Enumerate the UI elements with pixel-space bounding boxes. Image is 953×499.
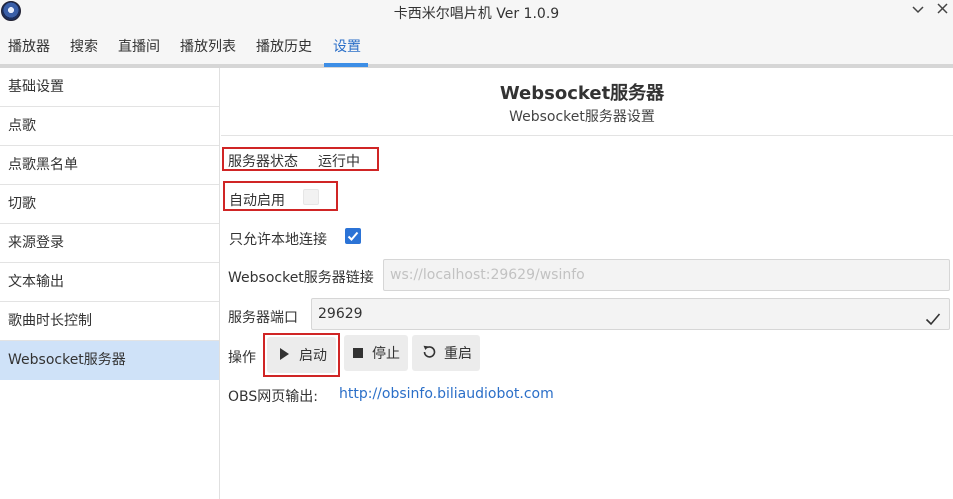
tab-player[interactable]: 播放器 [8,36,50,68]
start-button[interactable]: 启动 [267,337,336,373]
confirm-check-icon[interactable] [925,307,941,337]
sidebar-item-websocket-server[interactable]: Websocket服务器 [0,341,219,380]
server-port-label: 服务器端口 [228,310,298,326]
websocket-link-field[interactable] [383,259,950,291]
title-bar: 卡西米尔唱片机 Ver 1.0.9 [0,0,953,24]
obs-output-link[interactable]: http://obsinfo.biliaudiobot.com [339,386,554,402]
page-title: Websocket服务器 [499,83,665,104]
restart-button[interactable]: 重启 [412,335,480,371]
server-status-value: 运行中 [318,154,360,170]
settings-sidebar: 基础设置 点歌 点歌黑名单 切歌 来源登录 文本输出 歌曲时长控制 Websoc… [0,68,220,499]
obs-output-label: OBS网页输出: [228,389,318,405]
stop-icon [353,346,363,362]
tab-bar: 播放器 搜索 直播间 播放列表 播放历史 设置 [0,24,953,68]
tab-search[interactable]: 搜索 [70,36,98,68]
local-only-checkbox[interactable] [345,228,361,244]
sidebar-item-text-output[interactable]: 文本输出 [0,263,219,302]
server-status-label: 服务器状态 [228,154,298,170]
tab-play-history[interactable]: 播放历史 [256,36,312,68]
play-icon [279,348,289,364]
sidebar-item-basic-settings[interactable]: 基础设置 [0,68,219,107]
restart-icon [421,344,437,364]
close-icon[interactable] [933,2,951,20]
websocket-link-label: Websocket服务器链接 [228,270,374,286]
server-port-field[interactable]: 29629 [311,298,950,330]
main-panel: Websocket服务器 Websocket服务器设置 服务器状态 运行中 自动… [221,68,953,499]
window-title: 卡西米尔唱片机 Ver 1.0.9 [393,6,560,22]
stop-button-label: 停止 [372,346,400,362]
sidebar-item-request-blacklist[interactable]: 点歌黑名单 [0,146,219,185]
tab-live-room[interactable]: 直播间 [118,36,160,68]
restart-button-label: 重启 [444,346,472,362]
autostart-label: 自动启用 [229,193,285,209]
websocket-link-input[interactable] [390,260,949,290]
header-divider [221,135,953,136]
start-button-label: 启动 [299,348,327,364]
actions-label: 操作 [228,350,256,366]
sidebar-item-song-duration-control[interactable]: 歌曲时长控制 [0,302,219,341]
stop-button[interactable]: 停止 [344,335,408,371]
sidebar-item-song-request[interactable]: 点歌 [0,107,219,146]
sidebar-item-skip-song[interactable]: 切歌 [0,185,219,224]
minimize-chevron-icon[interactable] [909,2,927,20]
tab-playlist[interactable]: 播放列表 [180,36,236,68]
server-port-value[interactable]: 29629 [318,306,363,322]
local-only-label: 只允许本地连接 [229,232,327,248]
sidebar-item-source-login[interactable]: 来源登录 [0,224,219,263]
page-subtitle: Websocket服务器设置 [509,109,655,125]
autostart-checkbox[interactable] [303,189,319,205]
active-tab-indicator [324,63,368,67]
